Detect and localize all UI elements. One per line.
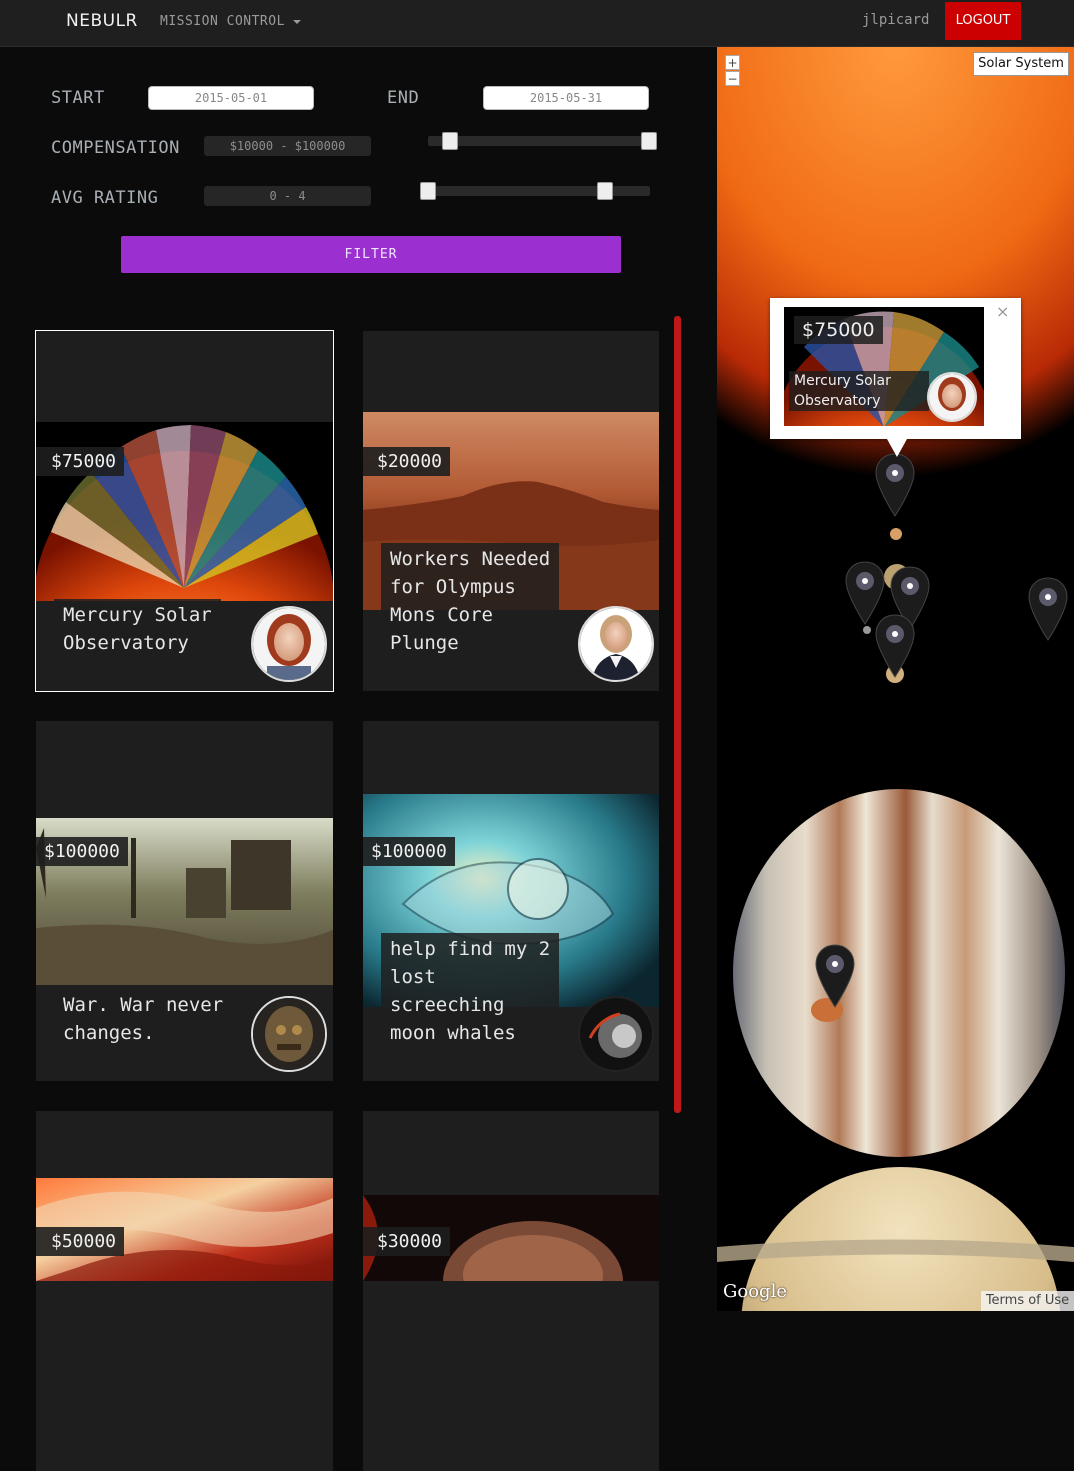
card-price: $100000 (363, 837, 455, 866)
card-price: $75000 (36, 447, 125, 476)
close-icon[interactable]: × (996, 302, 1009, 321)
compensation-slider-min-handle[interactable] (442, 132, 458, 150)
compensation-slider-track[interactable] (428, 136, 650, 146)
avatar (578, 606, 654, 682)
job-card[interactable]: $30000 (363, 1111, 659, 1471)
card-price: $30000 (363, 1227, 451, 1256)
card-title: Mercury Solar Observatory (54, 599, 221, 659)
rating-slider-min-handle[interactable] (420, 182, 436, 200)
rating-range-display: 0 - 4 (204, 186, 371, 206)
info-window-card[interactable]: $75000 Mercury Solar Observatory (784, 307, 984, 426)
rating-slider-track[interactable] (420, 186, 650, 196)
mission-control-label: MISSION CONTROL (160, 14, 285, 29)
caret-down-icon (292, 19, 301, 24)
logout-button[interactable]: LOGOUT (945, 2, 1021, 40)
galaxy-map-pin-icon[interactable] (875, 452, 915, 518)
solar-system-map[interactable]: + − Solar System × $75000 Mercury Solar … (717, 47, 1074, 1311)
compensation-range-display: $10000 - $100000 (204, 136, 371, 156)
end-date-input[interactable]: 2015-05-31 (483, 86, 649, 110)
job-card[interactable]: $75000 Mercury Solar Observatory (35, 330, 334, 692)
google-logo: Google (723, 1281, 787, 1302)
card-price: $100000 (36, 837, 128, 866)
card-title: War. War never changes. (54, 989, 233, 1049)
galaxy-map-pin-icon[interactable] (875, 613, 915, 679)
start-label: START (51, 88, 105, 108)
mission-control-menu[interactable]: MISSION CONTROL (160, 14, 301, 29)
card-price: $50000 (36, 1227, 125, 1256)
compensation-label: COMPENSATION (51, 138, 180, 158)
avatar (578, 996, 654, 1072)
job-card[interactable]: $50000 (36, 1111, 333, 1471)
rating-slider-max-handle[interactable] (597, 182, 613, 200)
map-info-window[interactable]: × $75000 Mercury Solar Observatory (770, 298, 1021, 439)
avg-rating-label: AVG RATING (51, 188, 159, 208)
info-window-tail (887, 439, 907, 457)
card-title: Workers Needed for Olympus Mons Core Plu… (381, 543, 560, 659)
info-window-price: $75000 (794, 316, 883, 344)
navbar: NEBULR MISSION CONTROL jlpicard LOGOUT (0, 0, 1074, 47)
avatar (251, 996, 327, 1072)
card-title: help find my 2 lost screeching moon whal… (381, 933, 560, 1049)
filter-button[interactable]: FILTER (121, 236, 621, 273)
start-date-input[interactable]: 2015-05-01 (148, 86, 314, 110)
compensation-slider-max-handle[interactable] (641, 132, 657, 150)
galaxy-map-pin-icon[interactable] (1028, 576, 1068, 642)
info-window-title: Mercury Solar Observatory (789, 371, 929, 411)
avatar (251, 606, 327, 682)
brand-logo[interactable]: NEBULR (66, 11, 138, 31)
terms-of-use-link[interactable]: Terms of Use (981, 1291, 1074, 1311)
map-type-button[interactable]: Solar System (973, 52, 1069, 76)
card-price: $20000 (363, 447, 451, 476)
galaxy-map-pin-icon[interactable] (815, 943, 855, 1009)
list-scrollbar[interactable] (674, 316, 681, 1113)
job-card[interactable]: $20000 Workers Needed for Olympus Mons C… (363, 331, 659, 691)
job-card[interactable]: $100000 help find my 2 lost screeching m… (363, 721, 659, 1081)
end-label: END (387, 88, 420, 108)
username[interactable]: jlpicard (862, 12, 929, 28)
job-card[interactable]: $100000 War. War never changes. (36, 721, 333, 1081)
avatar (927, 372, 977, 422)
zoom-in-button[interactable]: + (725, 55, 740, 70)
zoom-out-button[interactable]: − (725, 71, 740, 86)
